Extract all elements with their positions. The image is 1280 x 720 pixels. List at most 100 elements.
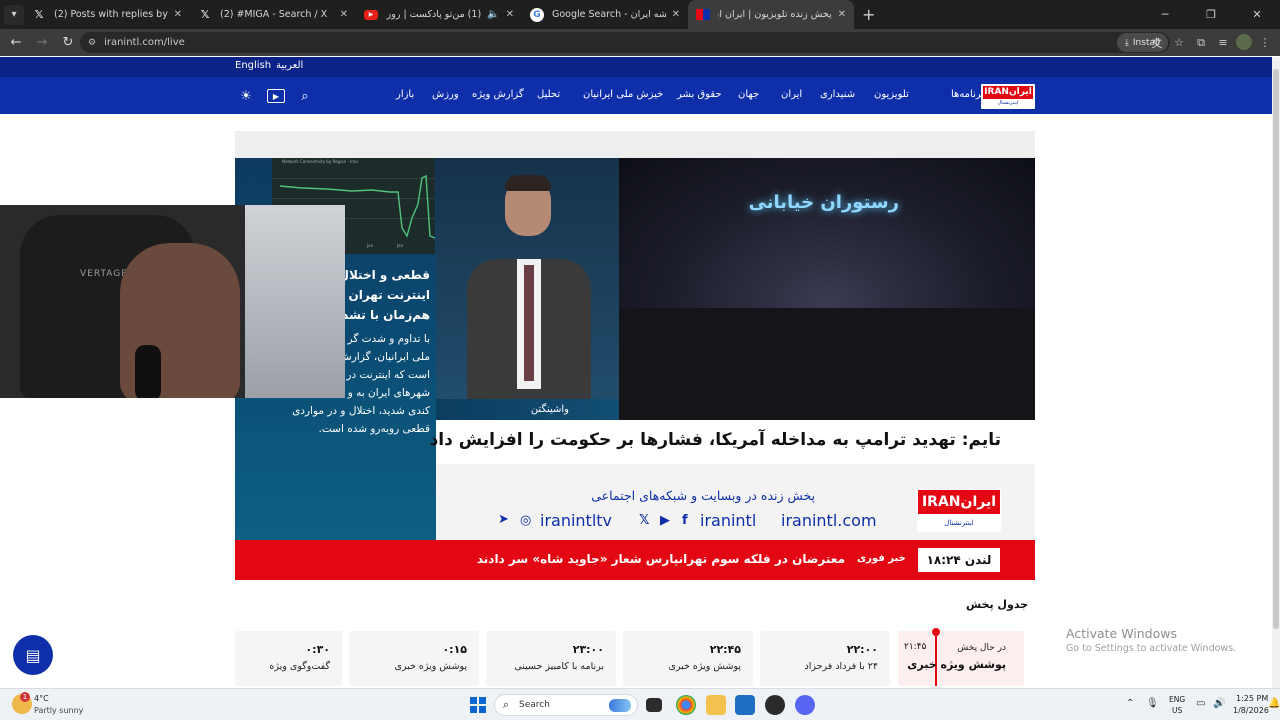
nav-uprising[interactable]: خیزش ملی ایرانیان — [583, 89, 663, 100]
extensions-icon[interactable]: ⧉ — [1192, 33, 1210, 52]
activate-windows-title: Activate Windows — [1066, 626, 1177, 641]
neon-sign: رستوران خیابانی — [748, 192, 899, 213]
schedule-fab-icon[interactable]: ▤ — [13, 635, 53, 675]
lang-arabic[interactable]: العربية — [276, 60, 303, 71]
search-icon[interactable]: ⌕ — [296, 88, 314, 104]
schedule-program: پوشش ویژه خبری — [907, 658, 1006, 671]
nav-world[interactable]: جهان — [738, 89, 759, 100]
file-explorer-icon[interactable] — [706, 695, 726, 715]
scrollbar-thumb[interactable] — [1273, 69, 1279, 629]
nav-iran[interactable]: ایران — [781, 89, 802, 100]
tab-title: (2) #MIGA - Search / X — [220, 9, 328, 20]
windows-taskbar: 1 4°C Partly sunny ⌕ Search ⌃ 🎙 ENG US ▭… — [0, 688, 1280, 720]
promo-band: پخش زنده در وبسایت و شبکه‌های اجتماعی ➤ … — [436, 464, 1035, 540]
iranintl-logo: ایرانIRAN اینترنشنال — [917, 489, 1001, 532]
reading-list-icon[interactable]: ≡ — [1214, 33, 1232, 52]
maximize-icon[interactable]: ❐ — [1188, 0, 1234, 29]
notifications-icon[interactable]: 🔔 — [1268, 698, 1280, 709]
obs-icon[interactable] — [765, 695, 785, 715]
breaking-news-ticker: لندن ۱۸:۲۴ خبر فوری معترضان در فلکه سوم … — [235, 540, 1035, 580]
browser-tab[interactable]: ▶ (1) من‌تو پادکست | روز دوازد 🔈 ✕ — [356, 0, 522, 29]
address-bar[interactable]: ⚙ iranintl.com/live — [80, 32, 1170, 53]
store-icon[interactable] — [735, 695, 755, 715]
taskbar-time[interactable]: 1:25 PM — [1236, 694, 1268, 703]
close-icon[interactable]: ✕ — [340, 9, 348, 20]
nav-special-report[interactable]: گزارش ویژه — [472, 89, 524, 100]
schedule-time: ۲۳:۰۰ — [572, 643, 604, 656]
activate-windows-subtitle: Go to Settings to activate Windows. — [1066, 643, 1237, 654]
bookmark-star-icon[interactable]: ☆ — [1170, 33, 1188, 52]
browser-tab[interactable]: G Google Search - نقشه ایران ✕ — [522, 0, 688, 29]
toolbar-icons: 文 ☆ ⧉ ≡ ⋮ — [1148, 33, 1274, 52]
input-language[interactable]: ENG — [1169, 695, 1185, 704]
browser-tab[interactable]: 𝕏 (2) #MIGA - Search / X ✕ — [190, 0, 356, 29]
nav-market[interactable]: بازار — [396, 89, 414, 100]
nav-tv[interactable]: تلویزیون — [874, 89, 909, 100]
language-bar: English العربية — [0, 57, 1272, 77]
close-window-icon[interactable]: ✕ — [1234, 0, 1280, 29]
logo-top-text: ایرانIRAN — [918, 490, 1000, 514]
location-label: واشینگتن — [436, 399, 619, 420]
page-scrollbar[interactable] — [1272, 57, 1280, 688]
back-icon[interactable]: ← — [4, 31, 28, 55]
schedule-card-live[interactable]: ۲۱:۴۵ در حال پخش پوشش ویژه خبری — [898, 628, 1024, 686]
tab-search-icon[interactable]: ▾ — [4, 4, 24, 25]
nav-audio[interactable]: شنیداری — [820, 89, 855, 100]
new-tab-button[interactable]: + — [862, 5, 875, 24]
nav-analysis[interactable]: تحلیل — [537, 89, 560, 100]
menu-icon[interactable]: ⋮ — [1256, 33, 1274, 52]
windows-start-icon[interactable] — [470, 697, 486, 713]
lang-english[interactable]: English — [235, 60, 271, 71]
schedule-card[interactable]: ۰:۱۵ پوشش ویژه خبری — [349, 631, 479, 686]
logo-bottom-text: اینترنشنال — [997, 100, 1019, 106]
close-icon[interactable]: ✕ — [174, 9, 182, 20]
audio-icon[interactable]: 🔈 — [487, 9, 499, 20]
chart-x-label: Jan — [367, 243, 374, 248]
close-icon[interactable]: ✕ — [506, 9, 514, 20]
iranintl-logo[interactable]: ایرانIRAN اینترنشنال — [981, 84, 1035, 109]
nav-programs[interactable]: برنامه‌ها — [951, 89, 984, 100]
profile-avatar-icon[interactable] — [1236, 34, 1252, 50]
reload-icon[interactable]: ↻ — [56, 31, 80, 55]
webcam-overlay: VERTAGEAR — [0, 205, 345, 398]
schedule-card[interactable]: ۰:۳۰ گفت‌وگوی ویژه — [235, 631, 342, 686]
close-icon[interactable]: ✕ — [838, 9, 846, 20]
input-region[interactable]: US — [1172, 706, 1182, 715]
site-info-icon[interactable]: ⚙ — [88, 38, 96, 48]
iranintl-icon — [696, 9, 710, 20]
volume-icon[interactable]: 🔊 — [1213, 698, 1225, 709]
taskbar-date[interactable]: 1/8/2026 — [1233, 706, 1269, 715]
nav-human-rights[interactable]: حقوق بشر — [677, 89, 722, 100]
microphone-tray-icon[interactable]: 🎙 — [1146, 698, 1159, 709]
weather-temp: 4°C — [34, 694, 49, 703]
promo-line: پخش زنده در وبسایت و شبکه‌های اجتماعی — [591, 488, 815, 503]
live-video-player[interactable]: Network Connectivity by Region - Iran Ja… — [235, 131, 1035, 580]
chrome-icon[interactable] — [676, 695, 696, 715]
minimize-icon[interactable]: ─ — [1142, 0, 1188, 29]
microphone — [135, 345, 161, 398]
close-icon[interactable]: ✕ — [672, 9, 680, 20]
video-icon[interactable]: ▶ — [267, 89, 285, 103]
schedule-card[interactable]: ۲۲:۰۰ ۲۴ با فرداد فرحزاد — [760, 631, 890, 686]
x-icon: 𝕏 — [639, 513, 650, 528]
news-anchor-tie — [524, 265, 534, 381]
side-body-line: قطعی روبه‌رو شده است. — [318, 423, 430, 435]
translate-icon[interactable]: 文 — [1148, 33, 1166, 52]
google-icon: G — [530, 7, 544, 22]
tab-title: Google Search - نقشه ایران — [552, 9, 666, 20]
tray-overflow-icon[interactable]: ⌃ — [1126, 698, 1134, 709]
discord-icon[interactable] — [795, 695, 815, 715]
nav-sports[interactable]: ورزش — [432, 89, 459, 100]
theme-toggle-icon[interactable]: ☀ — [237, 88, 255, 104]
network-icon[interactable]: ▭ — [1196, 698, 1205, 709]
browser-tab[interactable]: 𝕏 (2) Posts with replies by Reza P ✕ — [24, 0, 190, 29]
schedule-card[interactable]: ۲۲:۴۵ پوشش ویژه خبری — [623, 631, 753, 686]
news-anchor-hair — [505, 175, 551, 191]
schedule-time: ۲۱:۴۵ — [904, 642, 927, 652]
browser-tab-active[interactable]: پخش زنده تلویزیون | ایران اینترنشنال ✕ — [688, 0, 854, 29]
forward-icon[interactable]: → — [30, 31, 54, 55]
taskbar-search[interactable]: ⌕ Search — [494, 694, 638, 716]
schedule-card[interactable]: ۲۳:۰۰ برنامه با کامبیز حسینی — [486, 631, 616, 686]
site-nav: برنامه‌ها تلویزیون شنیداری ایران جهان حق… — [0, 77, 1272, 114]
task-view-icon[interactable] — [646, 698, 662, 712]
